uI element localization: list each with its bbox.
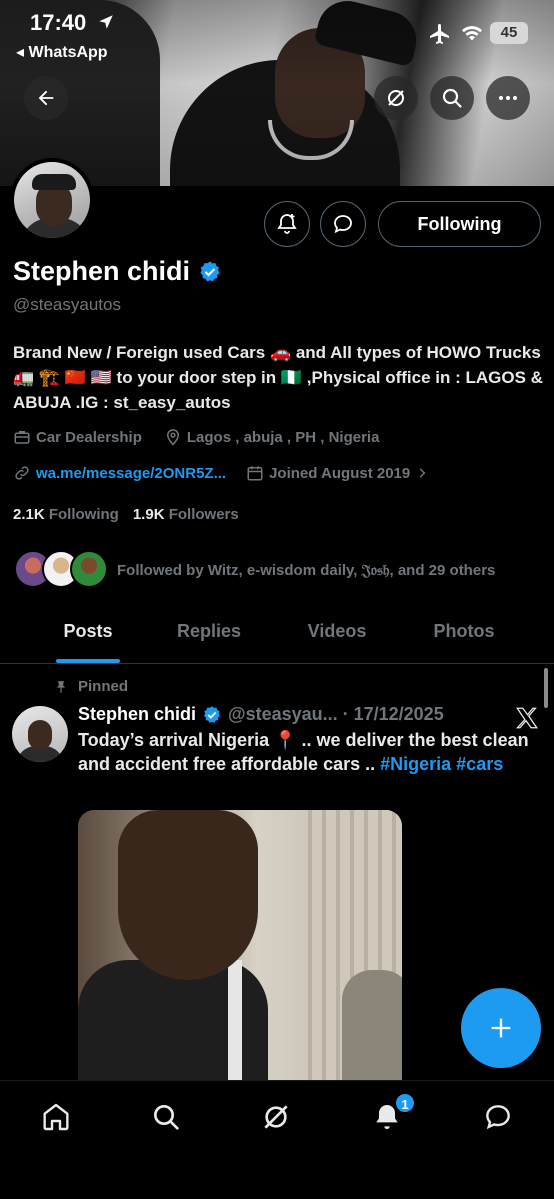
hashtag-link[interactable]: #cars [456, 754, 503, 774]
briefcase-icon [14, 431, 30, 444]
nav-search[interactable] [146, 1097, 186, 1137]
profile-meta-row-2: wa.me/message/2ONR5Z... Joined August 20… [13, 464, 429, 482]
post-handle-date: @steasyau... · 17/12/2025 [228, 704, 444, 724]
grok-icon [388, 90, 404, 106]
search-button[interactable] [430, 76, 474, 120]
bottom-navigation [0, 1080, 554, 1199]
nav-messages[interactable] [478, 1097, 518, 1137]
profile-handle: @steasyautos [13, 295, 121, 314]
more-dots-icon [499, 96, 517, 100]
tab-posts[interactable]: Posts [56, 604, 120, 663]
nav-home[interactable] [36, 1097, 76, 1137]
location-item: Lagos , abuja , PH , Nigeria [164, 428, 380, 446]
tab-replies-label: Replies [176, 621, 242, 641]
following-button[interactable]: Following [378, 201, 541, 247]
following-count-link[interactable]: 2.1K Following [13, 506, 119, 523]
followers-count-label: Followers [168, 506, 239, 523]
nav-grok[interactable] [256, 1097, 296, 1137]
post-author-avatar[interactable] [12, 706, 68, 762]
post-header: Stephen chidi @steasyau... · 17/12/2025 [78, 704, 444, 725]
search-icon [154, 1105, 179, 1130]
tab-photos-label: Photos [433, 621, 495, 641]
scrollbar[interactable] [544, 668, 548, 708]
post-text[interactable]: Today’s arrival Nigeria 📍 .. we deliver … [78, 728, 540, 776]
following-count-label: Following [48, 506, 119, 523]
avatar [70, 550, 108, 588]
message-button[interactable] [320, 201, 366, 247]
pinned-label: Pinned [78, 678, 129, 695]
category-item: Car Dealership [13, 428, 142, 446]
profile-joined: Joined August 2019 [269, 464, 411, 482]
profile-location: Lagos , abuja , PH , Nigeria [186, 428, 380, 446]
chevron-right-icon [419, 468, 426, 478]
tab-videos-label: Videos [307, 621, 367, 641]
verified-badge-icon [204, 705, 220, 723]
more-options-button[interactable] [486, 76, 530, 120]
hashtag-link[interactable]: #Nigeria [380, 754, 451, 774]
followers-count-link[interactable]: 1.9K Followers [133, 506, 239, 523]
notifications-subscribe-button[interactable] [264, 201, 310, 247]
status-bar: 17:40 ◂ WhatsApp 45 [0, 0, 554, 70]
profile-name-row: Stephen chidi [13, 256, 222, 287]
profile-category: Car Dealership [36, 428, 142, 446]
bell-plus-icon [277, 214, 297, 234]
link-icon [15, 466, 29, 480]
profile-meta-row: Car Dealership Lagos , abuja , PH , Nige… [13, 428, 379, 446]
grok-button[interactable] [374, 76, 418, 120]
followed-by-row[interactable]: Followed by Witz, e-wisdom daily, 𝔍𝔬𝔰𝔥, … [14, 550, 495, 590]
profile-avatar[interactable] [10, 158, 94, 242]
post-author-name[interactable]: Stephen chidi [78, 704, 196, 725]
tab-photos[interactable]: Photos [430, 604, 498, 663]
tab-replies[interactable]: Replies [174, 604, 244, 663]
location-arrow-icon [99, 15, 113, 29]
airplane-icon [430, 24, 449, 44]
following-count: 2.1K [13, 506, 45, 523]
followed-by-avatars [14, 550, 108, 590]
website-item[interactable]: wa.me/message/2ONR5Z... [13, 464, 226, 482]
verified-badge-icon[interactable] [198, 260, 222, 284]
arrow-left-icon [38, 90, 54, 106]
tab-videos[interactable]: Videos [304, 604, 370, 663]
wifi-icon [462, 26, 482, 41]
joined-item[interactable]: Joined August 2019 [246, 464, 429, 482]
pinned-indicator: Pinned [54, 678, 128, 695]
tab-posts-label: Posts [63, 621, 113, 641]
battery-indicator: 45 [490, 22, 528, 44]
followed-by-text: Followed by Witz, e-wisdom daily, 𝔍𝔬𝔰𝔥, … [117, 561, 496, 579]
profile-website-link[interactable]: wa.me/message/2ONR5Z... [36, 465, 226, 482]
search-icon [442, 88, 462, 108]
pin-icon [56, 680, 66, 693]
plus-icon [491, 1018, 511, 1038]
back-to-app-link[interactable]: ◂ WhatsApp [16, 42, 108, 62]
message-bubble-icon [486, 1105, 510, 1130]
message-bubble-icon [334, 215, 352, 234]
home-icon [43, 1103, 69, 1131]
active-tab-indicator [56, 659, 120, 663]
status-time: 17:40 [30, 10, 87, 35]
back-button[interactable] [24, 76, 68, 120]
follow-counts: 2.1K Following 1.9K Followers [13, 506, 239, 523]
post-media[interactable] [78, 810, 402, 1085]
profile-tabs: Posts Replies Videos Photos [0, 604, 554, 664]
compose-post-button[interactable] [461, 988, 541, 1068]
profile-name: Stephen chidi [13, 256, 191, 286]
profile-bio: Brand New / Foreign used Cars 🚗 and All … [13, 343, 543, 412]
location-pin-icon [166, 429, 179, 446]
grok-icon [264, 1105, 288, 1129]
notification-badge: 1 [394, 1092, 416, 1114]
calendar-icon [247, 466, 263, 481]
followers-count: 1.9K [132, 506, 165, 523]
